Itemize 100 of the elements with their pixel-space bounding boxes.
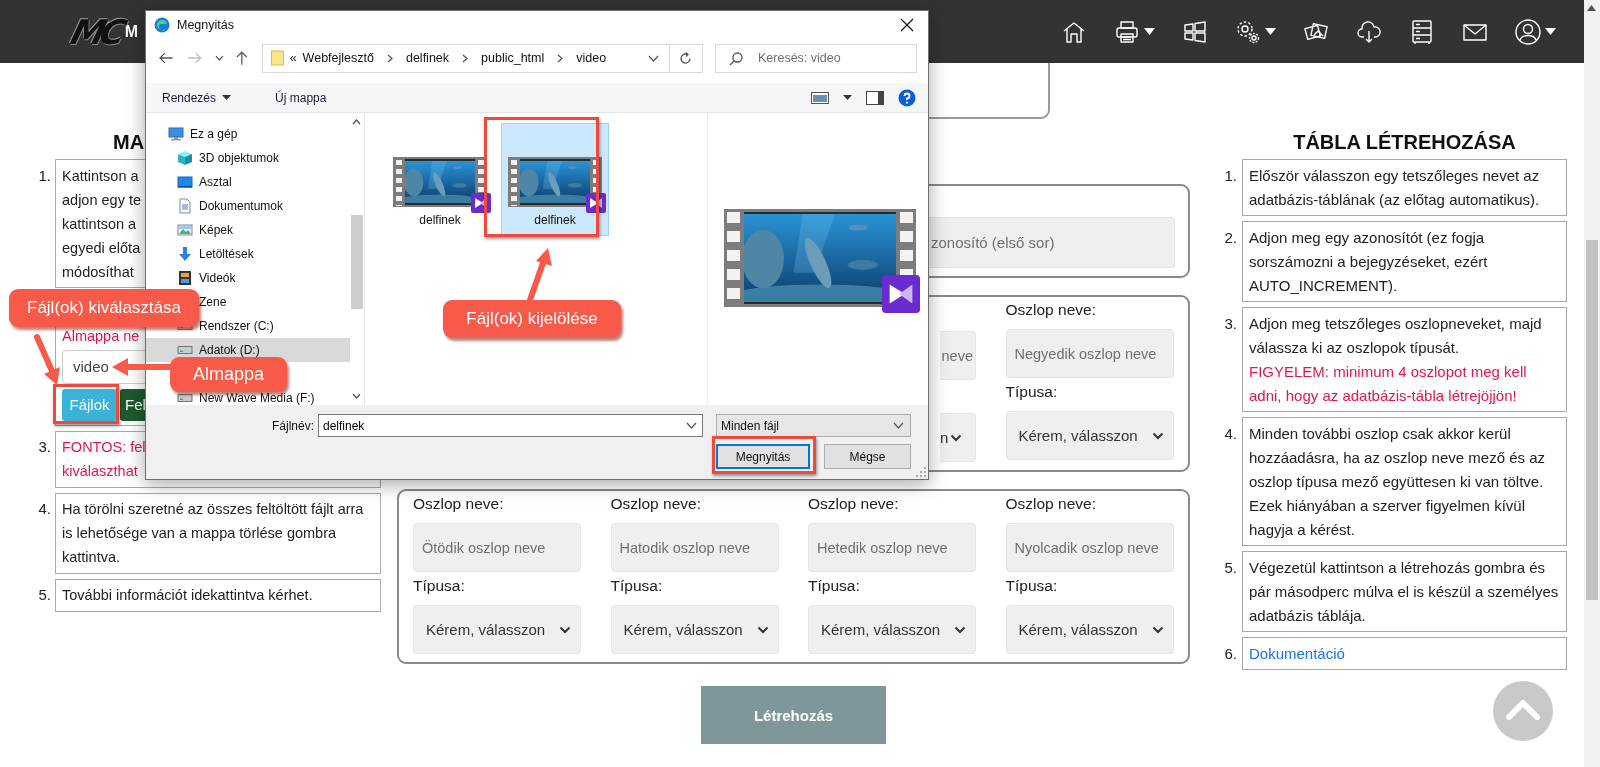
caret-icon[interactable] bbox=[843, 95, 852, 100]
scrollbar[interactable] bbox=[1584, 0, 1600, 767]
scroll-up-icon[interactable] bbox=[352, 119, 361, 125]
drive-icon bbox=[177, 346, 193, 354]
step-number: 3. bbox=[1223, 313, 1238, 334]
breadcrumb[interactable]: video bbox=[576, 51, 607, 65]
scrollbar-thumb[interactable] bbox=[351, 215, 363, 309]
step-text: Adjon meg tetszőleges oszlopneveket, majd válassza ki az oszlopok típusát. bbox=[1249, 313, 1543, 358]
cloud-download-icon[interactable] bbox=[1356, 18, 1382, 45]
new-folder-button[interactable]: Új mappa bbox=[269, 88, 333, 107]
nav-pane-item[interactable]: Videók bbox=[146, 266, 236, 290]
select-field[interactable]: Kérem, válasszon bbox=[1005, 605, 1174, 654]
drive-icon bbox=[177, 394, 193, 402]
field-label: Típusa: bbox=[1005, 576, 1059, 596]
column-name-field[interactable]: neve bbox=[940, 331, 976, 380]
caret-icon[interactable] bbox=[1265, 28, 1276, 35]
step-text: Végezetül kattintson a létrehozás gombra és pár másodperc múlva el is készül a személyes adatbázis táblája. bbox=[1242, 551, 1567, 632]
chevron-down-icon[interactable] bbox=[215, 55, 224, 61]
windows-icon[interactable] bbox=[1182, 18, 1208, 45]
nav-pane-item[interactable]: Ez a gép bbox=[146, 122, 238, 146]
nav-pane-item[interactable]: Dokumentumok bbox=[146, 194, 284, 218]
nav-pane-item[interactable]: Képek bbox=[146, 218, 234, 242]
caret-icon[interactable] bbox=[1144, 28, 1155, 35]
step-text: Először válasszon egy tetszőleges nevet az adatbázis-táblának (az előtag automatikus). bbox=[1242, 159, 1567, 216]
breadcrumb[interactable]: Webfejlesztő bbox=[302, 51, 374, 65]
preview-pane-icon[interactable] bbox=[866, 90, 884, 105]
document-icon bbox=[177, 198, 193, 214]
documentation-link[interactable]: Dokumentáció bbox=[1249, 644, 1345, 662]
chevron-icon bbox=[954, 625, 966, 634]
chevron-icon bbox=[1151, 431, 1164, 440]
nav-pane-item[interactable]: Adatok (D:) bbox=[146, 338, 350, 362]
chevron-down-icon[interactable] bbox=[647, 54, 659, 62]
dialog-title: Megnyitás bbox=[177, 18, 234, 32]
breadcrumb[interactable]: delfinek bbox=[405, 51, 450, 65]
scrollbar-thumb[interactable] bbox=[1586, 240, 1598, 600]
chevron-right-icon bbox=[557, 53, 564, 63]
section-heading: MA bbox=[113, 130, 145, 155]
search-field[interactable]: Keresés: video bbox=[715, 43, 917, 73]
organize-menu[interactable]: Rendezés bbox=[156, 88, 238, 107]
callout-arrow bbox=[110, 356, 174, 378]
select-value: Kérem, válasszon bbox=[821, 621, 942, 638]
step-text: További információt idekattintva kérhet. bbox=[55, 578, 381, 612]
field-label: Oszlop neve: bbox=[1005, 300, 1097, 320]
file-item[interactable]: delfinek bbox=[501, 123, 609, 236]
help-icon[interactable] bbox=[898, 88, 916, 107]
step-number: 5. bbox=[1223, 557, 1238, 578]
step-number: 5. bbox=[37, 585, 52, 605]
chevron-icon bbox=[950, 433, 963, 442]
close-icon[interactable] bbox=[900, 18, 914, 32]
address-bar[interactable]: « Webfejlesztő delfinek public_html video bbox=[261, 43, 669, 73]
field-label: Oszlop neve: bbox=[808, 494, 900, 514]
caret-icon[interactable] bbox=[1545, 28, 1556, 35]
back-icon[interactable] bbox=[158, 51, 174, 65]
column-name-field[interactable]: Hatodik oszlop neve bbox=[610, 523, 779, 572]
resize-grip-icon[interactable] bbox=[916, 467, 926, 477]
browser-icon bbox=[154, 17, 170, 33]
search-icon bbox=[729, 51, 743, 66]
step-number: 1. bbox=[37, 165, 52, 186]
caret-icon bbox=[222, 95, 232, 100]
id-field[interactable]: zonosító (első sor) bbox=[929, 217, 1175, 268]
column-name-field[interactable]: Hetedik oszlop neve bbox=[808, 523, 976, 572]
image-icon bbox=[177, 222, 193, 238]
select-field[interactable]: Kérem, válasszon bbox=[1005, 411, 1174, 460]
scroll-down-icon[interactable] bbox=[352, 393, 361, 399]
step-text: Ha törölni szeretné az összes feltöltött fájlt arra is lehetősége van a mappa törlése gombra kattintva. bbox=[55, 492, 381, 574]
annotation-tooltip: Almappa bbox=[170, 357, 287, 392]
play-badge-icon bbox=[882, 275, 920, 313]
gear-icon[interactable] bbox=[1235, 18, 1261, 45]
step-number: 2. bbox=[1223, 227, 1238, 248]
column-name-field[interactable]: Ötödik oszlop neve bbox=[413, 523, 581, 572]
server-icon[interactable] bbox=[1409, 18, 1435, 45]
nav-pane-item[interactable]: Letöltések bbox=[146, 242, 254, 266]
file-name-field[interactable]: delfinek bbox=[318, 414, 703, 437]
open-button[interactable]: Megnyitás bbox=[716, 444, 810, 469]
select-field[interactable]: n bbox=[940, 413, 976, 462]
column-name-field[interactable]: Nyolcadik oszlop neve bbox=[1005, 523, 1174, 572]
nav-pane-item[interactable]: Asztal bbox=[146, 170, 232, 194]
file-type-select[interactable]: Minden fájl bbox=[716, 414, 911, 437]
file-item[interactable]: delfinek bbox=[386, 123, 494, 236]
select-field[interactable]: Kérem, válasszon bbox=[610, 605, 779, 654]
column-name-field[interactable]: Negyedik oszlop neve bbox=[1005, 329, 1174, 378]
field-label: Típusa: bbox=[413, 576, 466, 596]
cancel-button[interactable]: Mégse bbox=[824, 444, 911, 469]
refresh-button[interactable] bbox=[668, 43, 703, 73]
select-value: n bbox=[940, 429, 949, 446]
breadcrumb[interactable]: public_html bbox=[481, 51, 545, 65]
breadcrumb-overflow[interactable]: « bbox=[289, 51, 297, 65]
chevron-icon bbox=[559, 625, 571, 634]
printer-icon[interactable] bbox=[1114, 18, 1140, 45]
chevron-up-icon bbox=[1506, 698, 1540, 720]
user-icon[interactable] bbox=[1515, 18, 1541, 45]
step-number: 3. bbox=[37, 437, 52, 457]
up-icon[interactable] bbox=[235, 50, 249, 66]
view-icon[interactable] bbox=[811, 90, 829, 105]
scroll-up-icon[interactable] bbox=[1587, 5, 1596, 11]
select-field[interactable]: Kérem, válasszon bbox=[413, 605, 581, 654]
field-label: Típusa: bbox=[808, 576, 861, 596]
select-field[interactable]: Kérem, válasszon bbox=[808, 605, 976, 654]
cube-icon bbox=[177, 150, 193, 166]
file-name-label: Fájlnév: bbox=[271, 418, 314, 433]
